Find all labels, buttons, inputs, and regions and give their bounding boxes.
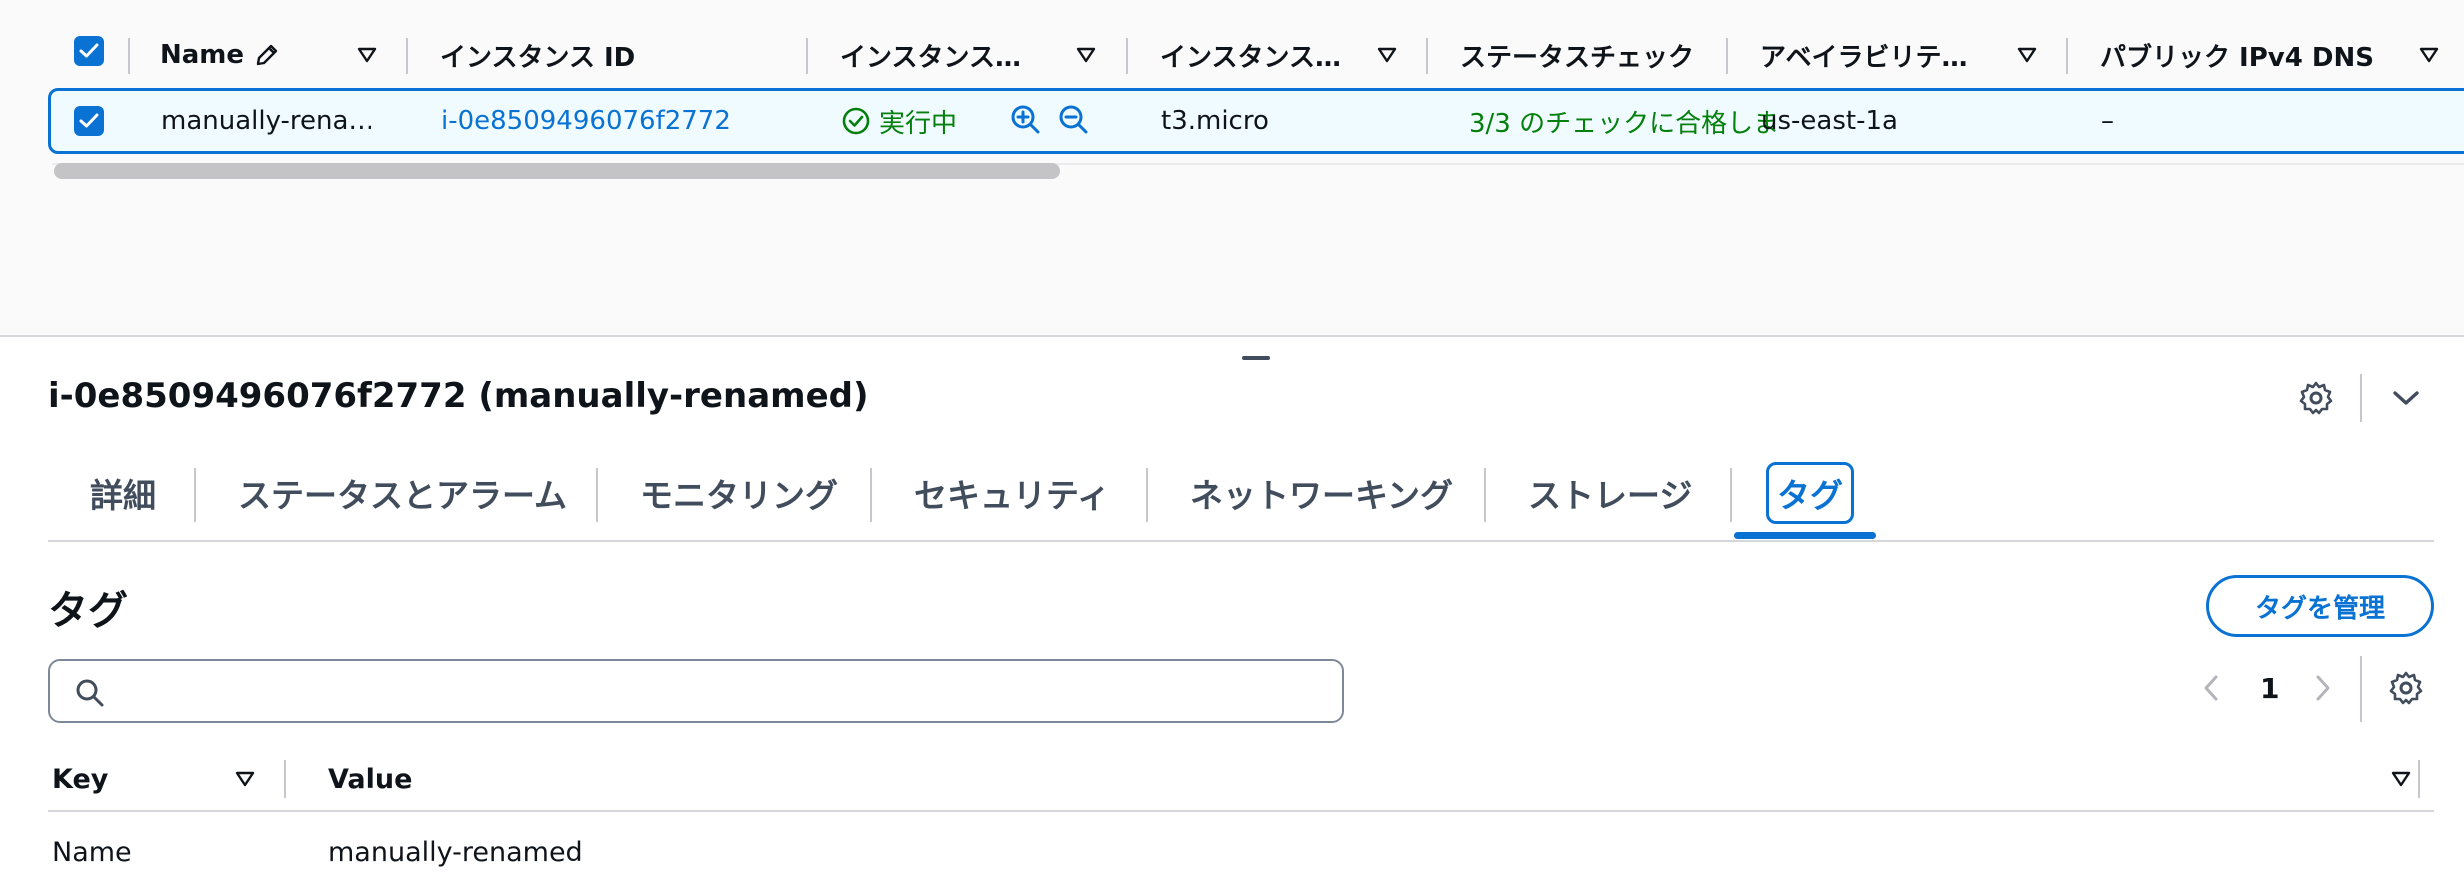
public-dns: –	[2101, 106, 2114, 136]
instance-id-link[interactable]: i-0e8509496076f2772	[441, 91, 731, 151]
instances-table-pane: Name インスタンス ID インスタンス… インスタンス… ステータスチェック…	[0, 0, 2464, 337]
row-checkbox[interactable]	[74, 106, 104, 136]
column-header-availability-zone[interactable]: アベイラビリテ…	[1760, 28, 1990, 82]
column-header-label: インスタンス…	[840, 42, 1021, 73]
column-header-name-label: Name	[160, 40, 245, 70]
sort-icon[interactable]	[2016, 46, 2038, 64]
pencil-icon[interactable]	[254, 42, 280, 68]
status-check: 3/3 のチェックに合格しました	[1461, 91, 1777, 151]
column-header-key[interactable]: Key	[52, 748, 108, 810]
column-header-instance-type[interactable]: インスタンス…	[1160, 28, 1360, 82]
checkmark-icon	[79, 113, 99, 128]
tab-security[interactable]: セキュリティ	[914, 462, 1110, 524]
tab-monitoring[interactable]: モニタリング	[640, 462, 838, 524]
tab-networking[interactable]: ネットワーキング	[1190, 462, 1453, 524]
zoom-out-icon[interactable]	[1057, 103, 1091, 137]
instance-state-label: 実行中	[879, 108, 958, 139]
active-tab-indicator	[1734, 532, 1876, 539]
tag-value: manually-renamed	[328, 836, 583, 868]
zoom-in-icon[interactable]	[1009, 103, 1043, 137]
table-row[interactable]: manually-rena… i-0e8509496076f2772 実行中 t…	[48, 88, 2464, 154]
availability-zone: us-east-1a	[1761, 106, 1898, 136]
column-header-public-dns[interactable]: パブリック IPv4 DNS	[2100, 28, 2374, 82]
instance-state: 実行中	[841, 91, 957, 151]
column-header-label: パブリック IPv4 DNS	[2100, 42, 2374, 73]
section-title: タグ	[48, 588, 128, 634]
table-row: Name manually-renamed	[48, 822, 2434, 882]
sort-icon[interactable]	[2390, 770, 2412, 788]
status-check-label: 3/3 のチェックに合格しました	[1469, 108, 1777, 139]
divider	[2360, 374, 2362, 422]
sort-icon[interactable]	[1376, 46, 1398, 64]
details-tabs: 詳細 ステータスとアラーム モニタリング セキュリティ ネットワーキング ストレ…	[48, 462, 2434, 542]
tag-key: Name	[52, 836, 132, 868]
manage-tags-button[interactable]: タグを管理	[2206, 575, 2434, 637]
tab-details[interactable]: 詳細	[90, 462, 156, 524]
sort-icon[interactable]	[356, 46, 378, 64]
split-panel-drag-handle[interactable]	[1242, 356, 1270, 360]
horizontal-scrollbar[interactable]	[54, 163, 1060, 179]
checkmark-icon	[79, 43, 99, 58]
sort-icon[interactable]	[234, 770, 256, 788]
column-header-label: インスタンス ID	[440, 42, 636, 73]
tags-table-header: Key Value	[48, 748, 2434, 812]
tab-storage[interactable]: ストレージ	[1528, 462, 1692, 524]
sort-icon[interactable]	[1075, 46, 1097, 64]
search-input[interactable]	[48, 659, 1344, 723]
column-header-name[interactable]: Name	[160, 28, 280, 82]
tab-status-alarms[interactable]: ステータスとアラーム	[238, 462, 567, 524]
column-header-instance-id[interactable]: インスタンス ID	[440, 28, 635, 82]
check-circle-icon	[842, 107, 870, 135]
chevron-right-icon[interactable]	[2308, 670, 2338, 706]
column-header-instance-state[interactable]: インスタンス…	[840, 28, 1040, 82]
column-header-status-check[interactable]: ステータスチェック	[1460, 28, 1694, 82]
page-title: i-0e8509496076f2772 (manually-renamed)	[48, 376, 869, 416]
search-icon	[76, 679, 104, 707]
column-header-label: ステータスチェック	[1460, 42, 1694, 73]
column-header-label: アベイラビリテ…	[1760, 42, 1968, 73]
chevron-left-icon[interactable]	[2196, 670, 2226, 706]
column-header-value[interactable]: Value	[328, 748, 412, 810]
column-header-label: インスタンス…	[1160, 42, 1341, 73]
chevron-down-icon[interactable]	[2386, 380, 2426, 416]
select-all-checkbox[interactable]	[74, 36, 104, 66]
instance-name: manually-rena…	[161, 106, 371, 136]
instance-type: t3.micro	[1161, 106, 1269, 136]
gear-icon[interactable]	[2386, 668, 2426, 708]
gear-icon[interactable]	[2296, 378, 2336, 418]
instances-table-header: Name インスタンス ID インスタンス… インスタンス… ステータスチェック…	[0, 28, 2464, 82]
page-number[interactable]: 1	[2260, 672, 2279, 705]
sort-icon[interactable]	[2418, 46, 2440, 64]
tab-tags[interactable]: タグ	[1766, 462, 1854, 524]
divider	[2360, 656, 2362, 722]
